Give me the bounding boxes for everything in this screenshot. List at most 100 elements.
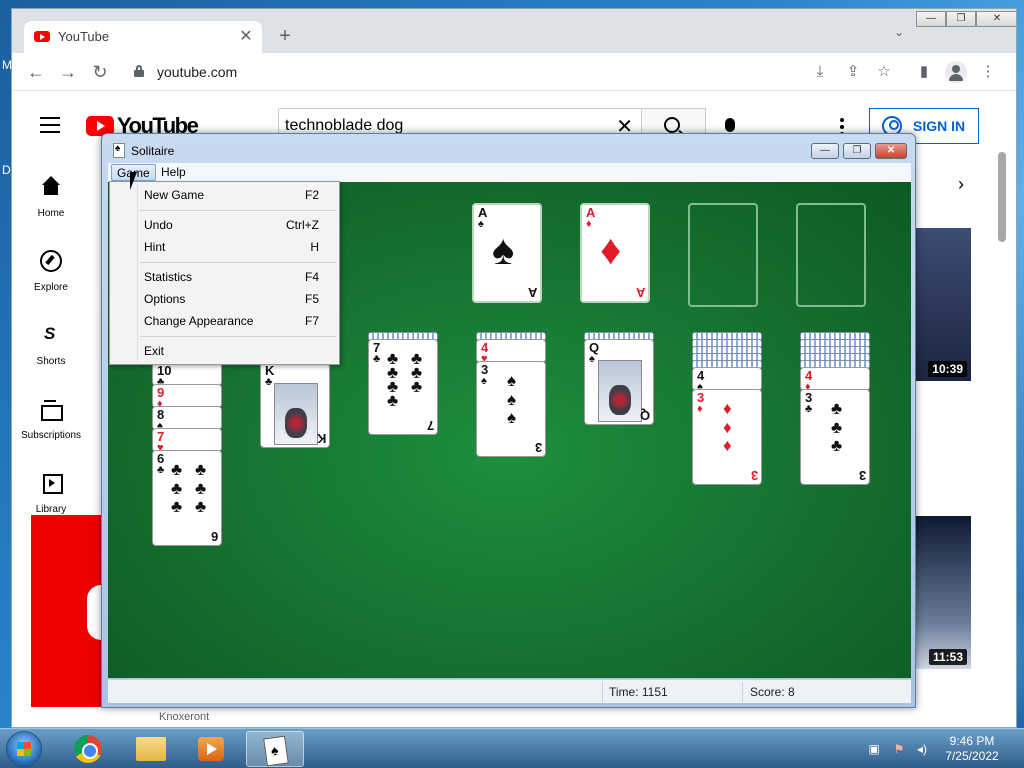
chips-next-arrow-icon[interactable]: › (958, 174, 964, 195)
back-button[interactable]: ← (24, 60, 48, 84)
playing-card[interactable]: 4 ♠ (692, 367, 762, 391)
voice-search-mic-icon[interactable] (725, 118, 735, 139)
menu-item-hint[interactable]: Hint H (110, 236, 339, 258)
sidebar-item-home[interactable]: Home (12, 176, 90, 219)
card-pip: ♣ (195, 497, 207, 517)
start-button[interactable] (6, 731, 42, 767)
desktop-icon-label-fragment[interactable]: D (2, 163, 11, 177)
sidebar-item-explore[interactable]: Explore (12, 250, 90, 293)
chrome-menu-icon[interactable]: ⋮ (978, 62, 998, 82)
maximize-button[interactable]: ❐ (946, 11, 976, 27)
minimize-button[interactable]: — (811, 143, 839, 159)
forward-button[interactable]: → (56, 60, 80, 84)
menu-help[interactable]: Help (156, 164, 191, 181)
card-suit: ♠ (589, 353, 595, 365)
tab-youtube[interactable]: YouTube ✕ (24, 21, 262, 53)
menu-item-label: Options (144, 292, 186, 306)
close-button[interactable]: ✕ (875, 143, 907, 159)
card-pip: ♣ (387, 391, 399, 410)
playing-card[interactable]: 6 ♣ ♣ ♣ ♣ ♣ ♣ ♣ 6 (152, 450, 222, 546)
hamburger-menu-icon[interactable] (40, 117, 60, 138)
tab-strip: YouTube ✕ + ⌄ — ❐ ✕ (12, 9, 1016, 53)
menu-item-undo[interactable]: Undo Ctrl+Z (110, 214, 339, 236)
taskbar: ▣ ⚑ ◂) 9:46 PM 7/25/2022 (0, 728, 1024, 768)
profile-avatar[interactable] (945, 61, 967, 83)
taskbar-chrome[interactable] (60, 731, 118, 767)
card-rank-reversed: 3 (858, 468, 866, 483)
taskbar-media-player[interactable] (182, 731, 240, 767)
channel-name[interactable]: Knoxeront (159, 711, 209, 723)
folder-icon (136, 737, 166, 761)
close-button[interactable]: ✕ (976, 11, 1016, 27)
face-card-art (598, 360, 642, 422)
playing-card[interactable]: A ♦ ♦ A (580, 203, 650, 303)
menu-item-new-game[interactable]: New Game F2 (110, 184, 339, 206)
playing-card[interactable]: A ♠ ♠ A (472, 203, 542, 303)
volume-icon[interactable]: ◂) (915, 742, 929, 756)
playing-card[interactable]: 7 ♥ (152, 428, 222, 452)
card-pip: ♦ (723, 399, 732, 418)
solitaire-app-icon (113, 143, 125, 158)
menu-separator (140, 262, 336, 263)
maximize-button[interactable]: ❐ (843, 143, 871, 159)
video-thumbnail[interactable]: 10:39 (915, 228, 971, 381)
card-pip: ♣ (831, 436, 843, 456)
playing-card[interactable]: Q ♠ Q (584, 339, 654, 425)
window-title: Solitaire (131, 144, 175, 158)
tab-close-icon[interactable]: ✕ (236, 26, 256, 46)
playing-card[interactable]: 3 ♦ ♦ ♦ ♦ 3 (692, 389, 762, 485)
menu-separator (140, 336, 336, 337)
lock-icon[interactable] (134, 65, 144, 77)
reload-button[interactable]: ↻ (88, 60, 112, 84)
foundation-slot[interactable] (688, 203, 758, 307)
foundation-slot[interactable] (796, 203, 866, 307)
system-clock[interactable]: 9:46 PM 7/25/2022 (940, 734, 1004, 764)
menu-item-label: Undo (144, 218, 173, 232)
media-player-icon (198, 737, 224, 761)
playing-card[interactable]: 10 ♣ (152, 362, 222, 386)
browser-toolbar: ← → ↻ youtube.com ⤓ ⇪ ☆ ▮ ⋮ (12, 53, 1016, 91)
side-panel-icon[interactable]: ▮ (914, 62, 934, 82)
sidebar-item-label: Subscriptions (20, 430, 82, 441)
address-bar[interactable]: youtube.com (157, 64, 237, 80)
share-icon[interactable]: ⇪ (843, 62, 863, 82)
sidebar-item-subscriptions[interactable]: Subscriptions (12, 398, 90, 441)
playing-card[interactable]: 3 ♠ ♠ ♠ ♠ 3 (476, 361, 546, 457)
card-pip: ♣ (171, 497, 183, 517)
minimize-button[interactable]: — (916, 11, 946, 27)
playing-card[interactable]: 4 ♥ (476, 339, 546, 363)
menu-item-change-appearance[interactable]: Change Appearance F7 (110, 310, 339, 332)
card-suit: ♣ (805, 403, 813, 415)
page-scrollbar[interactable] (998, 152, 1006, 242)
card-rank-reversed: Q (639, 408, 650, 423)
card-suit: ♠ (481, 375, 487, 387)
menu-item-label: Hint (144, 240, 166, 254)
network-icon[interactable]: ▣ (867, 742, 881, 756)
chrome-icon (74, 735, 102, 763)
menu-item-shortcut: F4 (304, 270, 319, 284)
card-pip: ♣ (171, 478, 183, 498)
tab-search-chevron-icon[interactable]: ⌄ (894, 25, 904, 39)
subscriptions-icon (40, 398, 63, 421)
card-pip: ♣ (411, 377, 423, 396)
menu-separator (140, 210, 336, 211)
playing-card[interactable]: 8 ♠ (152, 406, 222, 430)
playing-card[interactable]: 9 ♦ (152, 384, 222, 408)
playing-card[interactable]: 4 ♦ (800, 367, 870, 391)
playing-card[interactable]: 3 ♣ ♣ ♣ ♣ 3 (800, 389, 870, 485)
bookmark-star-icon[interactable]: ☆ (874, 62, 894, 82)
sidebar-item-library[interactable]: Library (12, 472, 90, 515)
playing-card[interactable]: K ♣ K (260, 362, 330, 448)
sidebar-item-label: Home (37, 208, 65, 219)
menu-item-options[interactable]: Options F5 (110, 288, 339, 310)
sidebar-item-shorts[interactable]: Shorts (12, 324, 90, 367)
menu-item-statistics[interactable]: Statistics F4 (110, 266, 339, 288)
flag-icon[interactable]: ⚑ (892, 742, 906, 756)
video-thumbnail[interactable]: 11:53 (915, 516, 971, 669)
menu-item-exit[interactable]: Exit (110, 340, 339, 362)
playing-card[interactable]: 7 ♣ ♣ ♣ ♣ ♣ ♣ ♣ ♣ 7 (368, 339, 438, 435)
taskbar-explorer[interactable] (122, 731, 180, 767)
taskbar-solitaire[interactable] (246, 731, 304, 767)
new-tab-button[interactable]: + (272, 23, 298, 49)
install-app-icon[interactable]: ⤓ (810, 62, 830, 82)
